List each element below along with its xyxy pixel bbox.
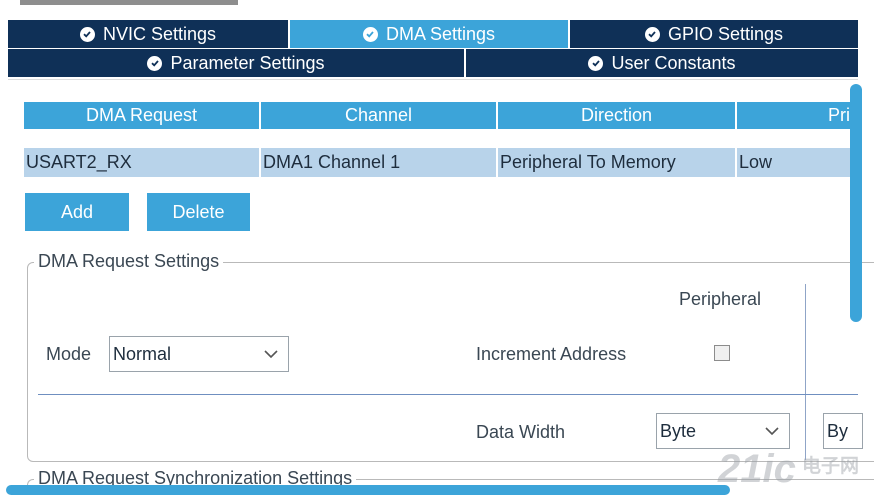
tab-label: GPIO Settings [667,23,784,44]
data-width-label: Data Width [476,422,566,442]
chevron-down-icon [765,427,779,436]
peripheral-increment-address-checkbox[interactable] [714,345,730,361]
cell-channel: DMA1 Channel 1 [261,148,498,177]
chevron-down-icon [264,350,278,359]
column-header-dma-request[interactable]: DMA Request [24,102,261,129]
peripheral-column-header: Peripheral [679,289,762,309]
svg-text:21ic: 21ic [717,447,796,491]
tab-row-2: Parameter Settings User Constants [8,49,858,78]
column-divider [805,284,806,460]
tab-label: Parameter Settings [170,52,325,73]
mode-select-value: Normal [113,343,172,364]
peripheral-data-width-select[interactable]: Byte [656,413,790,449]
check-circle-icon [79,26,95,42]
column-header-channel[interactable]: Channel [261,102,498,129]
dma-settings-panel: DMA Request Channel Direction Pri USART2… [8,79,874,495]
tab-label: NVIC Settings [102,23,217,44]
tab-dma-settings[interactable]: DMA Settings [290,20,570,48]
peripheral-data-width-value: Byte [660,420,697,441]
settings-tabs: NVIC Settings DMA Settings GPIO Settings… [8,20,858,78]
tab-nvic-settings[interactable]: NVIC Settings [8,20,290,48]
check-circle-icon [147,55,163,71]
tab-row-1: NVIC Settings DMA Settings GPIO Settings [8,20,858,49]
memory-data-width-select[interactable]: By [823,413,863,449]
check-circle-icon [588,55,604,71]
window-top-strip [20,0,238,5]
settings-divider [38,394,858,395]
cell-dma-request: USART2_RX [24,148,261,177]
increment-address-label: Increment Address [476,344,627,364]
21ic-watermark-logo: 21ic 电子网 [717,447,859,491]
tab-user-constants[interactable]: User Constants [466,49,858,77]
column-header-direction[interactable]: Direction [498,102,737,129]
tab-label: User Constants [611,52,736,73]
vertical-scrollbar-thumb[interactable] [850,84,862,322]
check-circle-icon [362,26,378,42]
column-header-priority[interactable]: Pri [737,102,850,129]
memory-data-width-value: By [827,420,849,441]
dma-request-settings-legend: DMA Request Settings [34,251,224,272]
svg-text:电子网: 电子网 [802,454,859,477]
mode-select[interactable]: Normal [109,336,289,372]
tab-parameter-settings[interactable]: Parameter Settings [8,49,466,77]
tab-label: DMA Settings [385,23,496,44]
horizontal-scrollbar-thumb[interactable] [6,485,730,495]
add-button[interactable]: Add [25,193,129,231]
mode-label: Mode [46,344,92,364]
cell-direction: Peripheral To Memory [498,148,737,177]
table-row[interactable]: USART2_RX DMA1 Channel 1 Peripheral To M… [24,148,850,177]
tab-gpio-settings[interactable]: GPIO Settings [570,20,858,48]
dma-request-table: DMA Request Channel Direction Pri USART2… [24,102,850,177]
check-circle-icon [644,26,660,42]
delete-button[interactable]: Delete [147,193,250,231]
cell-priority: Low [739,152,773,172]
table-header: DMA Request Channel Direction Pri [24,102,850,129]
